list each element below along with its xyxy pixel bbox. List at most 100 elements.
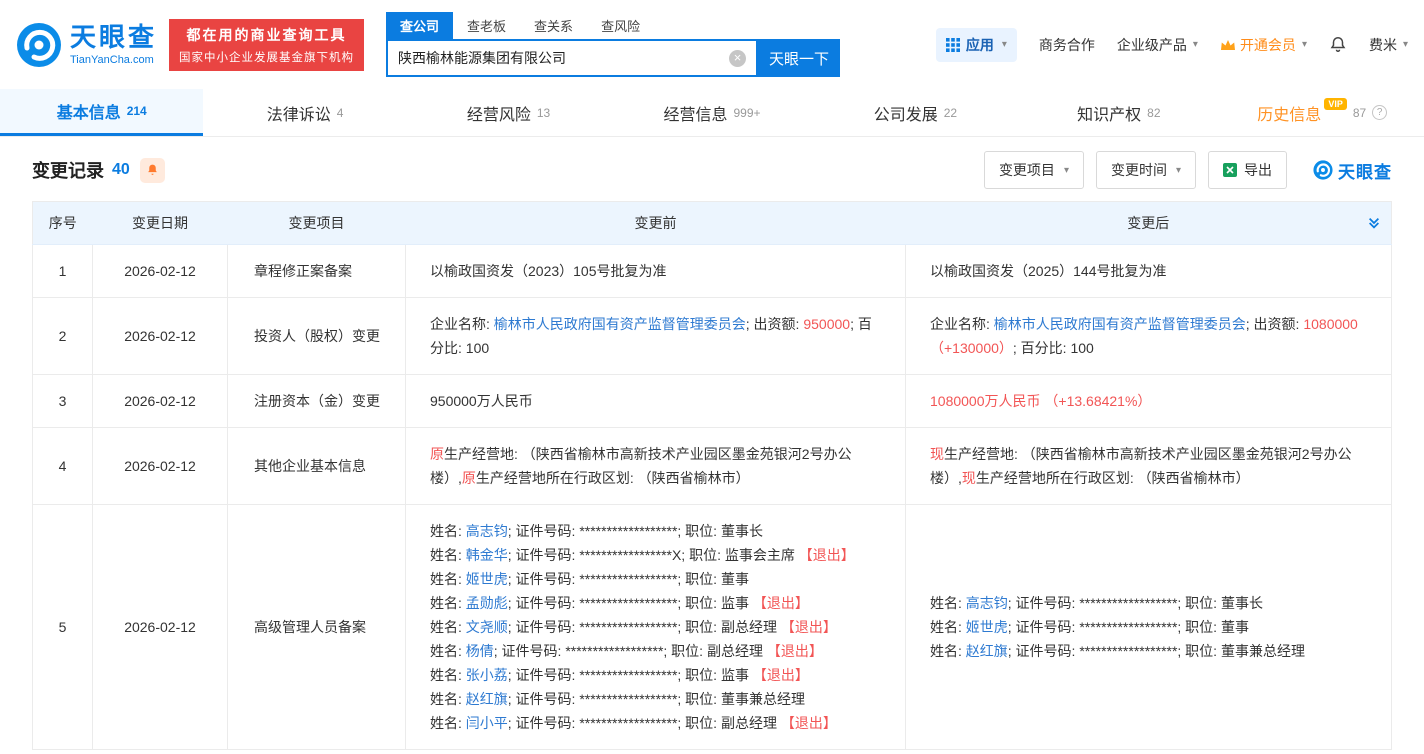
cell-text: 姓名: [430,571,466,587]
entity-link[interactable]: 高志钧 [966,595,1008,611]
cell-line: 以榆政国资发（2025）144号批复为准 [930,259,1367,283]
cell-text: ; 出资额: [746,316,804,332]
change-item-cell: 其他企业基本信息 [228,428,406,505]
entity-link[interactable]: 闫小平 [466,715,508,731]
table-row: 22026-02-12投资人（股权）变更企业名称: 榆林市人民政府国有资产监督管… [33,298,1392,375]
row-number-cell: 4 [33,428,93,505]
tab-label: 经营信息 [663,101,727,125]
cell-text: ; 证件号码: ******************; 职位: 监事 [508,667,753,683]
double-chevron-down-icon[interactable] [1367,216,1381,230]
cell-text: 以榆政国资发（2025）144号批复为准 [930,263,1167,279]
cell-line: 姓名: 姬世虎; 证件号码: ******************; 职位: 董… [930,615,1367,639]
help-icon[interactable]: ? [1372,105,1387,120]
entity-link[interactable]: 榆林市人民政府国有资产监督管理委员会 [994,316,1246,332]
user-account-menu[interactable]: 费米 ▾ [1369,35,1408,55]
tab-count: 82 [1147,106,1160,120]
chevron-down-icon: ▾ [1002,39,1007,50]
tab-basic-info[interactable]: 基本信息214 [0,89,203,136]
cell-line: 姓名: 张小荔; 证件号码: ******************; 职位: 监… [430,663,881,687]
search-tab-boss[interactable]: 查老板 [453,12,520,39]
filter-change-item-label: 变更项目 [999,160,1055,180]
nav-business-cooperation[interactable]: 商务合作 [1039,35,1095,55]
cell-text: 企业名称: [430,316,494,332]
nav-open-membership[interactable]: 开通会员 ▾ [1220,35,1307,55]
top-header: 天眼查 TianYanCha.com 都在用的商业查询工具 国家中小企业发展基金… [0,0,1424,85]
search-button[interactable]: 天眼一下 [758,39,840,77]
tab-label: 历史信息 [1257,101,1321,125]
cell-text: 现 [930,446,944,462]
tianyancha-logo[interactable]: 天眼查 TianYanCha.com [16,22,157,68]
search-tabs: 查公司 查老板 查关系 查风险 [386,12,840,39]
nav-membership-label: 开通会员 [1240,35,1296,55]
cell-text: ; 证件号码: ******************; 职位: 副总经理 [494,643,767,659]
table-row: 32026-02-12注册资本（金）变更950000万人民币1080000万人民… [33,375,1392,428]
filter-change-time-label: 变更时间 [1111,160,1167,180]
subscribe-button[interactable] [140,158,165,183]
apps-menu-button[interactable]: 应用 ▾ [936,28,1017,62]
entity-link[interactable]: 杨倩 [466,643,494,659]
cell-text: 【退出】 [781,619,837,635]
clear-icon[interactable]: × [729,50,746,67]
entity-link[interactable]: 姬世虎 [466,571,508,587]
search-tab-risk[interactable]: 查风险 [587,12,654,39]
search-box: × [386,39,758,77]
cell-text: ; 证件号码: ******************; 职位: 董事长 [1008,595,1263,611]
cell-line: 姓名: 高志钧; 证件号码: ******************; 职位: 董… [930,591,1367,615]
cell-text: 姓名: [930,595,966,611]
tab-count: 87 [1353,106,1366,120]
slogan-line2: 国家中小企业发展基金旗下机构 [179,49,354,65]
tab-count: 4 [337,106,344,120]
tab-legal-proceedings[interactable]: 法律诉讼4 [203,89,406,136]
nav-enterprise-products[interactable]: 企业级产品 ▾ [1117,35,1198,55]
entity-link[interactable]: 赵红旗 [466,691,508,707]
brand-name: 天眼查 [70,23,157,52]
search-tab-company[interactable]: 查公司 [386,12,453,39]
cell-line: 姓名: 赵红旗; 证件号码: ******************; 职位: 董… [430,687,881,711]
apps-label: 应用 [966,35,994,55]
row-number-cell: 2 [33,298,93,375]
tab-company-development[interactable]: 公司发展22 [814,89,1017,136]
search-tab-relation[interactable]: 查关系 [520,12,587,39]
cell-text: 姓名: [430,643,466,659]
header-row-number: 序号 [33,202,93,245]
entity-link[interactable]: 张小荔 [466,667,508,683]
table-row: 42026-02-12其他企业基本信息原生产经营地: （陕西省榆林市高新技术产业… [33,428,1392,505]
entity-link[interactable]: 孟勋彪 [466,595,508,611]
vip-badge: VIP [1324,98,1347,110]
cell-text: 【退出】 [781,715,837,731]
entity-link[interactable]: 榆林市人民政府国有资产监督管理委员会 [494,316,746,332]
cell-text: ; 出资额: [1246,316,1304,332]
search-area: 查公司 查老板 查关系 查风险 × 天眼一下 [386,12,840,77]
entity-link[interactable]: 高志钧 [466,523,508,539]
change-item-cell: 注册资本（金）变更 [228,375,406,428]
entity-link[interactable]: 文尧顺 [466,619,508,635]
entity-link[interactable]: 赵红旗 [966,643,1008,659]
entity-link[interactable]: 韩金华 [466,547,508,563]
cell-text: 企业名称: [930,316,994,332]
filter-change-item-button[interactable]: 变更项目 ▾ [984,151,1084,189]
search-input[interactable] [388,50,729,66]
subscribe-bell-icon [146,163,159,177]
tab-operating-risk[interactable]: 经营风险13 [407,89,610,136]
tab-operating-info[interactable]: 经营信息999+ [610,89,813,136]
header-change-after-label: 变更后 [1127,215,1169,231]
tab-count: 13 [537,106,550,120]
header-change-item: 变更项目 [228,202,406,245]
change-records-table-wrap: 序号 变更日期 变更项目 变更前 变更后 12026-02-12章程修正案备案以… [32,201,1392,750]
tab-history-info[interactable]: 历史信息VIP 87? [1221,89,1424,136]
change-item-cell: 高级管理人员备案 [228,505,406,750]
filter-change-time-button[interactable]: 变更时间 ▾ [1096,151,1196,189]
change-after-cell: 以榆政国资发（2025）144号批复为准 [906,245,1392,298]
tab-label: 基本信息 [57,99,121,123]
cell-text: 姓名: [430,547,466,563]
cell-text: 姓名: [430,523,466,539]
cell-text: ; 证件号码: ******************; 职位: 监事 [508,595,753,611]
change-date-cell: 2026-02-12 [93,375,228,428]
entity-link[interactable]: 姬世虎 [966,619,1008,635]
export-button[interactable]: 导出 [1208,151,1287,189]
cell-text: ; 百分比: 100 [1013,340,1094,356]
notifications-button[interactable] [1329,35,1347,54]
chevron-down-icon: ▾ [1403,39,1408,50]
tab-intellectual-property[interactable]: 知识产权82 [1017,89,1220,136]
company-tabbar: 基本信息214法律诉讼4经营风险13经营信息999+公司发展22知识产权82历史… [0,89,1424,137]
